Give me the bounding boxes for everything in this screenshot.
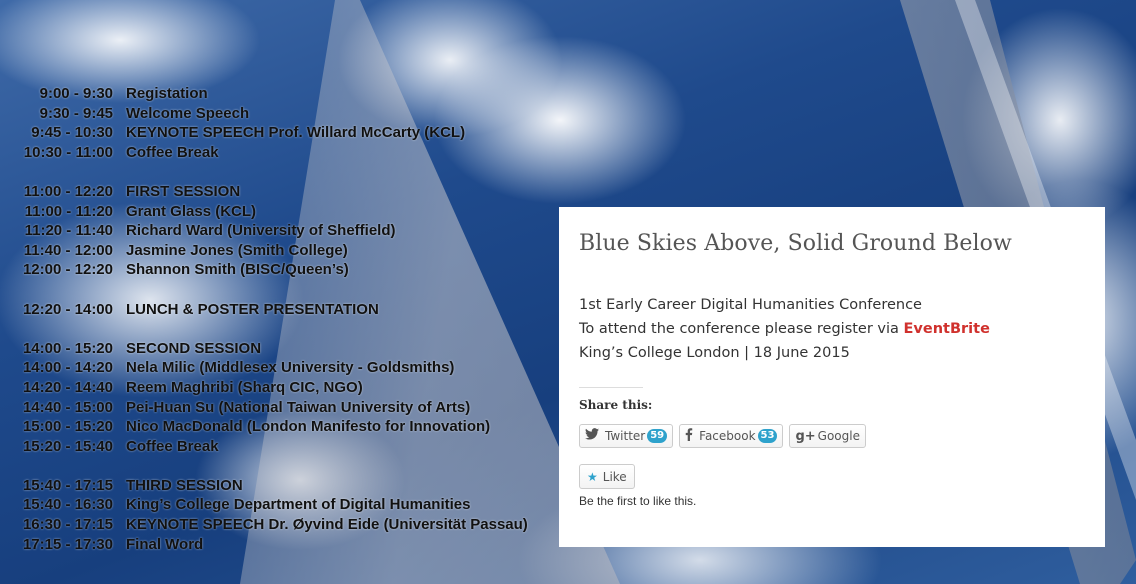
schedule-label: Nico MacDonald (London Manifesto for Inn…: [126, 418, 491, 436]
schedule-row: 15:40 - 17:15 THIRD SESSION: [14, 476, 528, 496]
schedule-label: Nela Milic (Middlesex University - Golds…: [126, 359, 455, 377]
schedule-row: 12:00 - 12:20 Shannon Smith (BISC/Queen’s…: [14, 260, 528, 280]
register-prefix: To attend the conference please register…: [579, 321, 904, 337]
like-button[interactable]: ★ Like: [579, 464, 635, 489]
schedule-label: Final Word: [126, 535, 204, 553]
event-card: Blue Skies Above, Solid Ground Below 1st…: [559, 207, 1105, 547]
like-note: Be the first to like this.: [579, 494, 697, 508]
facebook-icon: [685, 427, 693, 445]
schedule-time: 12:00 - 12:20: [22, 261, 113, 279]
google-label: Google: [817, 429, 860, 443]
star-icon: ★: [587, 469, 598, 484]
schedule-label: Welcome Speech: [126, 104, 250, 122]
event-title: Blue Skies Above, Solid Ground Below: [579, 231, 1012, 256]
event-details: 1st Early Career Digital Humanities Conf…: [579, 293, 1085, 365]
schedule-time: 9:45 - 10:30: [31, 124, 113, 142]
schedule-label: King’s College Department of Digital Hum…: [126, 496, 471, 514]
schedule-time: 14:20 - 14:40: [22, 378, 113, 396]
twitter-count-badge: 59: [647, 429, 668, 443]
venue-date-line: King’s College London | 18 June 2015: [579, 345, 850, 361]
schedule-time: 14:40 - 15:00: [22, 398, 113, 416]
google-share-button[interactable]: g+ Google: [789, 424, 866, 448]
schedule-time: 11:00 - 12:20: [23, 182, 113, 200]
schedule-label: Registation: [126, 85, 208, 102]
schedule-label: KEYNOTE SPEECH Dr. Øyvind Eide (Universi…: [126, 516, 528, 534]
schedule-row: 9:45 - 10:30 KEYNOTE SPEECH Prof. Willard…: [14, 123, 528, 143]
schedule-label: Pei-Huan Su (National Taiwan University …: [126, 398, 471, 416]
google-plus-icon: g+: [795, 428, 816, 444]
schedule-row: 14:00 - 15:20 SECOND SESSION: [14, 339, 528, 359]
schedule-row: 11:00 - 11:20 Grant Glass (KCL): [14, 202, 528, 222]
schedule-row: 15:00 - 15:20 Nico MacDonald (London Mani…: [14, 417, 528, 437]
eventbrite-link[interactable]: EventBrite: [904, 321, 990, 337]
schedule-time: 15:40 - 16:30: [22, 496, 113, 514]
schedule-time: 15:40 - 17:15: [22, 476, 113, 494]
schedule-time: 14:00 - 14:20: [22, 359, 113, 377]
conference-schedule: 9:00 - 9:30 Registation 9:30 - 9:45 Welcome…: [14, 84, 528, 554]
schedule-time: 17:15 - 17:30: [22, 535, 113, 553]
schedule-time: 15:20 - 15:40: [22, 437, 113, 455]
schedule-time: 9:30 - 9:45: [39, 104, 113, 122]
schedule-label: Grant Glass (KCL): [126, 202, 257, 220]
schedule-row: 16:30 - 17:15 KEYNOTE SPEECH Dr. Øyvind E…: [14, 515, 528, 535]
schedule-row: 14:40 - 15:00 Pei-Huan Su (National Taiwa…: [14, 398, 528, 418]
schedule-time: 11:00 - 11:20: [24, 202, 113, 220]
event-name-line: 1st Early Career Digital Humanities Conf…: [579, 297, 922, 313]
facebook-count-badge: 53: [757, 429, 778, 443]
share-heading: Share this:: [579, 398, 653, 412]
twitter-icon: [585, 428, 599, 444]
schedule-row: 14:20 - 14:40 Reem Maghribi (Sharq CIC, N…: [14, 378, 528, 398]
schedule-label: THIRD SESSION: [126, 476, 243, 494]
schedule-time: 11:40 - 12:00: [23, 241, 113, 259]
schedule-time: 10:30 - 11:00: [23, 143, 113, 161]
twitter-share-button[interactable]: Twitter 59: [579, 424, 674, 448]
schedule-time: 9:00 - 9:30: [39, 85, 113, 102]
share-buttons: Twitter 59 Facebook 53 g+ Google: [579, 424, 1085, 448]
schedule-row: 15:40 - 16:30 King’s College Department o…: [14, 495, 528, 515]
schedule-time: 15:00 - 15:20: [22, 418, 113, 436]
register-line: To attend the conference please register…: [579, 317, 1085, 341]
schedule-time: 12:20 - 14:00: [22, 300, 113, 318]
schedule-label: Reem Maghribi (Sharq CIC, NGO): [126, 378, 363, 396]
schedule-time: 11:20 - 11:40: [24, 222, 113, 240]
schedule-row: 17:15 - 17:30 Final Word: [14, 535, 528, 555]
share-divider: [579, 387, 643, 388]
schedule-row: 14:00 - 14:20 Nela Milic (Middlesex Unive…: [14, 358, 528, 378]
schedule-time: 14:00 - 15:20: [22, 339, 113, 357]
schedule-row: 11:00 - 12:20 FIRST SESSION: [14, 182, 528, 202]
facebook-label: Facebook: [699, 429, 756, 443]
schedule-label: Richard Ward (University of Sheffield): [126, 222, 396, 240]
schedule-time: 16:30 - 17:15: [22, 516, 113, 534]
schedule-label: Shannon Smith (BISC/Queen’s): [126, 261, 349, 279]
schedule-label: Coffee Break: [126, 437, 219, 455]
schedule-row: 12:20 - 14:00 LUNCH & POSTER PRESENTATION: [14, 300, 528, 320]
schedule-row: 11:20 - 11:40 Richard Ward (University of…: [14, 221, 528, 241]
twitter-label: Twitter: [605, 429, 646, 443]
schedule-label: LUNCH & POSTER PRESENTATION: [126, 300, 379, 318]
schedule-label: SECOND SESSION: [126, 339, 262, 357]
schedule-label: Jasmine Jones (Smith College): [126, 241, 348, 259]
schedule-label: FIRST SESSION: [126, 182, 241, 200]
schedule-label: Coffee Break: [126, 143, 219, 161]
like-label: Like: [602, 469, 627, 484]
schedule-row: 10:30 - 11:00 Coffee Break: [14, 143, 528, 163]
schedule-label: KEYNOTE SPEECH Prof. Willard McCarty (KC…: [126, 124, 466, 142]
schedule-row: 15:20 - 15:40 Coffee Break: [14, 437, 528, 457]
facebook-share-button[interactable]: Facebook 53: [679, 424, 784, 448]
schedule-row: 11:40 - 12:00 Jasmine Jones (Smith Colleg…: [14, 241, 528, 261]
schedule-row: 9:00 - 9:30 Registation: [14, 84, 528, 104]
schedule-row: 9:30 - 9:45 Welcome Speech: [14, 104, 528, 124]
